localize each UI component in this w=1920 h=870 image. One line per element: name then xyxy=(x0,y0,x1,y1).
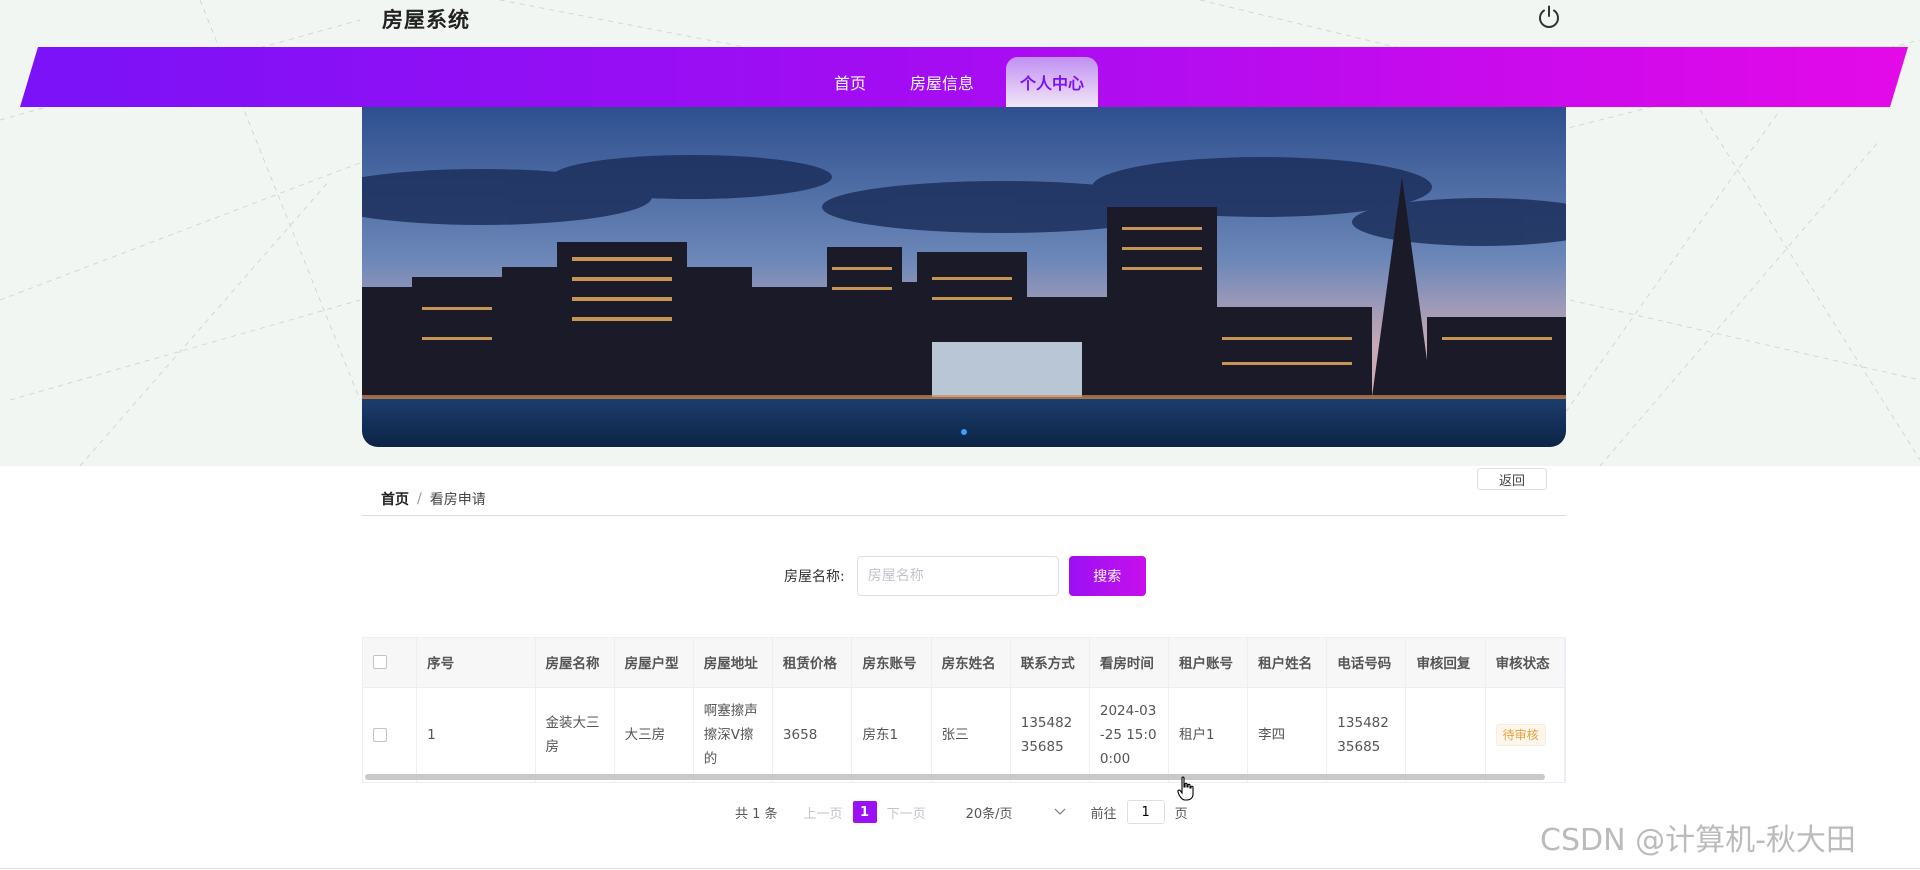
cell-phone: 13548235685 xyxy=(1326,687,1407,782)
column-header: 租户姓名 xyxy=(1247,638,1328,688)
status-badge: 待审核 xyxy=(1495,723,1546,746)
search-bar: 房屋名称: 搜索 xyxy=(784,556,1146,596)
select-all-cell xyxy=(363,638,418,688)
viewing-requests-table: 序号 房屋名称 房屋户型 房屋地址 租赁价格 房东账号 房东姓名 联系方式 看房… xyxy=(362,637,1566,783)
page-number-button[interactable]: 1 xyxy=(852,801,877,823)
bottom-divider xyxy=(0,868,1920,869)
nav-item-personal-center[interactable]: 个人中心 xyxy=(1006,57,1099,107)
column-header: 房东姓名 xyxy=(931,638,1011,688)
page-size-value: 20条/页 xyxy=(965,806,1013,822)
column-header: 电话号码 xyxy=(1326,638,1407,688)
row-checkbox[interactable] xyxy=(373,727,387,742)
goto-label: 前往 xyxy=(1090,806,1117,822)
cell-landlord-account: 房东1 xyxy=(851,687,932,782)
goto-suffix: 页 xyxy=(1174,806,1188,822)
hand-cursor-icon xyxy=(1177,776,1194,801)
column-header: 房屋名称 xyxy=(535,638,615,688)
column-header: 租户账号 xyxy=(1168,638,1249,688)
banner-carousel[interactable] xyxy=(362,107,1566,447)
cell-contact: 13548235685 xyxy=(1010,687,1090,782)
cell-landlord-name: 张三 xyxy=(931,687,1011,782)
cell-tenant-name: 李四 xyxy=(1247,687,1328,782)
return-button[interactable]: 返回 xyxy=(1477,468,1547,490)
cell-tenant-account: 租户1 xyxy=(1168,687,1249,782)
breadcrumb: 首页 / 看房申请 xyxy=(381,489,486,509)
site-title: 房屋系统 xyxy=(382,8,470,32)
column-header: 房屋地址 xyxy=(693,638,773,688)
breadcrumb-separator: / xyxy=(417,491,422,507)
pagination: 共 1 条 上一页 1 下一页 20条/页 前往 页 xyxy=(735,800,1188,824)
nav-item-house-info[interactable]: 房屋信息 xyxy=(898,57,986,107)
next-page-button[interactable]: 下一页 xyxy=(887,803,926,822)
column-header: 租赁价格 xyxy=(772,638,853,688)
cell-price: 3658 xyxy=(772,687,853,782)
goto-page-input[interactable] xyxy=(1126,800,1165,824)
watermark: CSDN @计算机-秋大田 xyxy=(1540,823,1856,858)
column-header: 审核状态 xyxy=(1485,638,1565,688)
table-header-row: 序号 房屋名称 房屋户型 房屋地址 租赁价格 房东账号 房东姓名 联系方式 看房… xyxy=(363,638,1565,688)
column-header: 房屋户型 xyxy=(614,638,694,688)
main-nav: 首页 房屋信息 个人中心 xyxy=(0,57,1920,107)
pagination-total: 共 1 条 xyxy=(735,806,778,822)
select-all-checkbox[interactable] xyxy=(373,655,387,670)
page-size-select[interactable]: 20条/页 xyxy=(966,803,1066,822)
cell-layout: 大三房 xyxy=(614,687,694,782)
column-header: 审核回复 xyxy=(1405,638,1486,688)
column-header: 看房时间 xyxy=(1089,638,1170,688)
table-row[interactable]: 1 金装大三房 大三房 啊塞擦声擦深V擦的 3658 房东1 张三 135482… xyxy=(363,687,1565,782)
search-button[interactable]: 搜索 xyxy=(1068,556,1146,596)
cell-index: 1 xyxy=(416,687,536,782)
cell-view-time: 2024-03-25 15:00:00 xyxy=(1089,687,1170,782)
row-select-cell xyxy=(363,687,418,782)
power-icon[interactable] xyxy=(1536,4,1562,30)
search-label: 房屋名称: xyxy=(784,569,845,585)
cell-status: 待审核 xyxy=(1485,687,1565,782)
prev-page-button[interactable]: 上一页 xyxy=(804,803,843,822)
column-header: 房东账号 xyxy=(851,638,932,688)
cell-address: 啊塞擦声擦深V擦的 xyxy=(693,687,773,782)
divider xyxy=(362,515,1566,516)
breadcrumb-home[interactable]: 首页 xyxy=(381,489,409,509)
cell-reply xyxy=(1405,687,1486,782)
breadcrumb-current: 看房申请 xyxy=(429,492,486,508)
cell-house-name: 金装大三房 xyxy=(535,687,615,782)
horizontal-scrollbar[interactable] xyxy=(365,774,1545,780)
chevron-down-icon xyxy=(1054,808,1066,815)
city-skyline-image xyxy=(362,107,1566,447)
house-name-search-input[interactable] xyxy=(856,556,1059,596)
nav-item-home[interactable]: 首页 xyxy=(822,57,878,107)
column-header: 联系方式 xyxy=(1010,638,1090,688)
column-header: 序号 xyxy=(416,638,536,688)
